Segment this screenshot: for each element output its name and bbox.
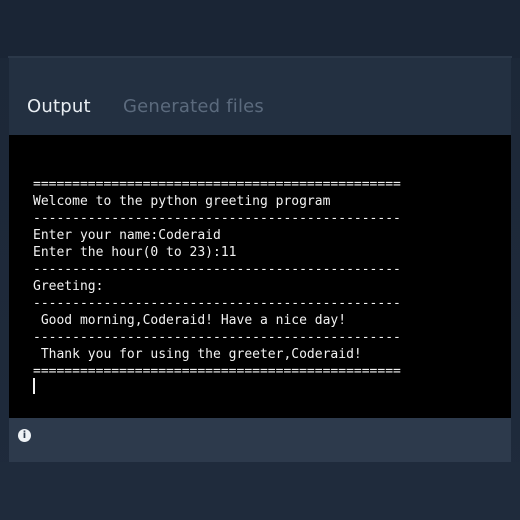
console-line: ========================================… [33,364,401,379]
console-line: Greeting: [33,279,104,294]
console-line: ----------------------------------------… [33,330,401,345]
console-line: ========================================… [33,177,401,192]
bottom-background [0,462,520,520]
text-cursor[interactable] [33,378,35,394]
tab-generated-files[interactable]: Generated files [123,96,264,117]
top-bar [0,0,520,58]
tab-bar: Output Generated files [9,58,511,135]
console-line: ----------------------------------------… [33,296,401,311]
status-footer: i [9,418,511,462]
page: Output Generated files =================… [0,0,520,520]
console-text: ========================================… [33,176,401,380]
console-line: ----------------------------------------… [33,262,401,277]
output-panel: Output Generated files =================… [9,58,511,462]
console-output[interactable]: ========================================… [9,135,511,418]
console-line: ----------------------------------------… [33,211,401,226]
info-icon[interactable]: i [18,429,31,442]
console-line: Thank you for using the greeter,Coderaid… [33,347,362,362]
console-line: Enter your name:Coderaid [33,228,221,243]
tab-output[interactable]: Output [27,96,91,117]
console-line: Enter the hour(0 to 23):11 [33,245,237,260]
console-line: Welcome to the python greeting program [33,194,331,209]
console-line: Good morning,Coderaid! Have a nice day! [33,313,347,328]
